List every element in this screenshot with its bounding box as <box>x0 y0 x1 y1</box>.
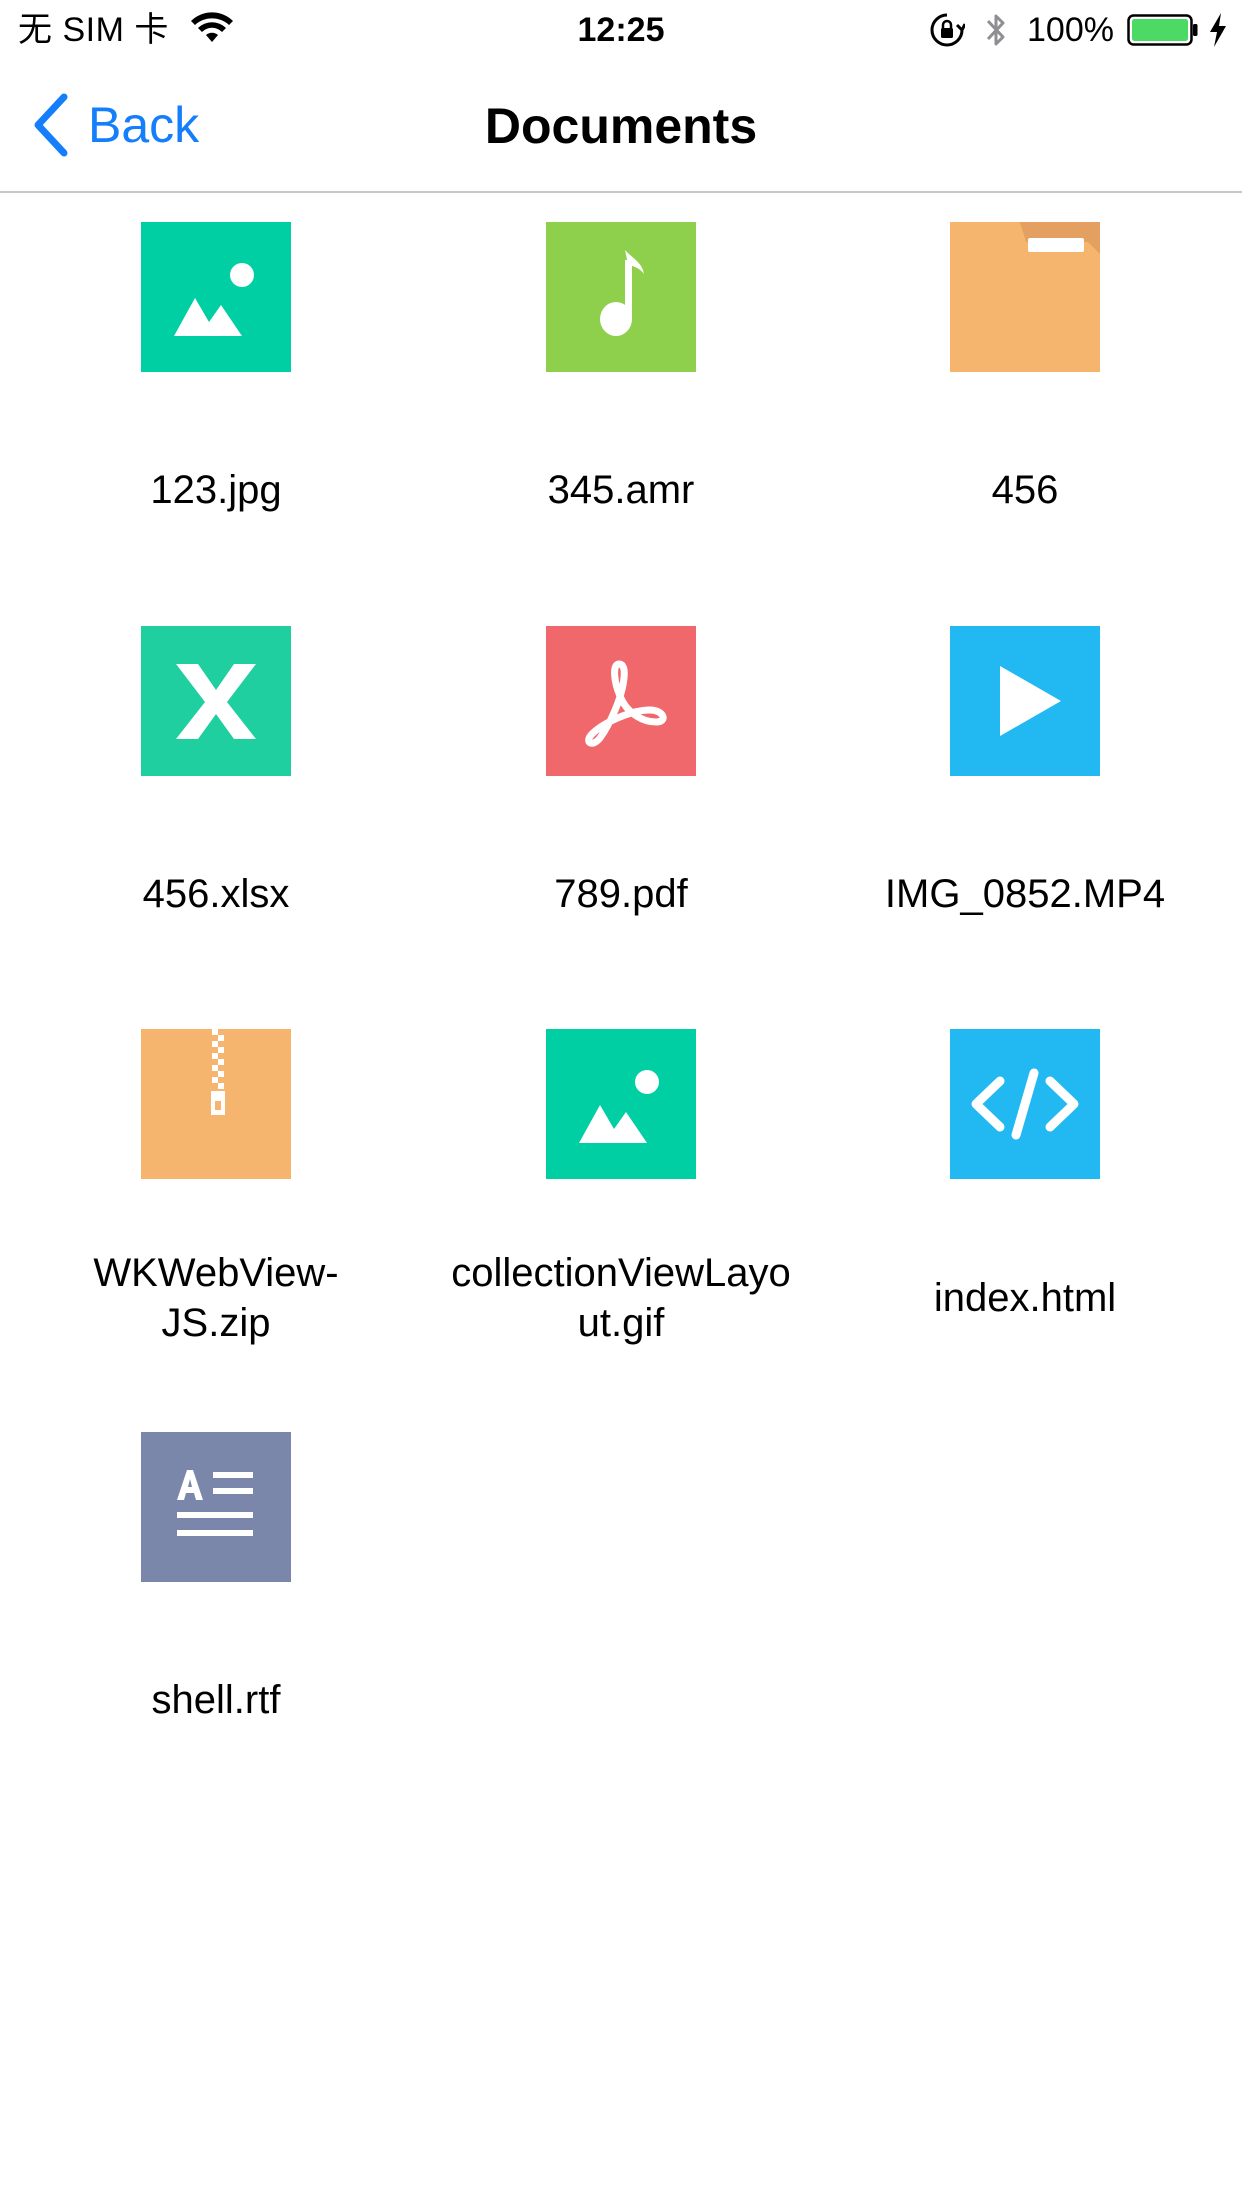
text-document-icon <box>141 1432 291 1582</box>
file-name: shell.rtf <box>151 1678 281 1722</box>
video-play-icon <box>950 626 1100 776</box>
file-name-line: WKWebView- <box>93 1251 339 1295</box>
code-icon <box>950 1029 1100 1179</box>
file-name: 789.pdf <box>554 872 688 916</box>
status-bar: 无 SIM 卡 12:25 100% <box>0 0 1242 60</box>
file-item[interactable]: IMG_0852.MP4 <box>823 597 1227 1001</box>
battery-percent: 100% <box>1027 11 1114 49</box>
file-item[interactable]: 345.amr <box>419 193 823 597</box>
file-item[interactable]: 456 <box>823 193 1227 597</box>
folder-icon <box>950 222 1100 372</box>
image-icon <box>546 1029 696 1179</box>
file-item[interactable]: collectionViewLayo ut.gif <box>419 1000 823 1404</box>
file-name-line: JS.zip <box>161 1301 271 1345</box>
file-item[interactable]: 789.pdf <box>419 597 823 1001</box>
file-name: collectionViewLayo ut.gif <box>431 1248 811 1348</box>
file-name-line: collectionViewLayo <box>451 1251 791 1295</box>
file-item[interactable]: index.html <box>823 1000 1227 1404</box>
file-item[interactable]: WKWebView- JS.zip <box>14 1000 418 1404</box>
file-name: 345.amr <box>547 468 695 512</box>
excel-icon <box>141 626 291 776</box>
navigation-bar: Back Documents <box>0 60 1242 193</box>
file-item[interactable]: shell.rtf <box>14 1403 418 1807</box>
file-name: IMG_0852.MP4 <box>884 872 1166 916</box>
file-name: index.html <box>933 1276 1117 1320</box>
file-name: 456 <box>991 468 1059 512</box>
zip-icon <box>141 1029 291 1179</box>
file-item[interactable]: 123.jpg <box>14 193 418 597</box>
orientation-lock-icon <box>930 13 965 47</box>
page-title: Documents <box>484 98 758 154</box>
pdf-icon <box>546 626 696 776</box>
music-icon <box>546 222 696 372</box>
charging-bolt-icon <box>1210 13 1226 47</box>
file-name: WKWebView- JS.zip <box>26 1248 406 1348</box>
file-name: 123.jpg <box>150 468 282 512</box>
file-item[interactable]: 456.xlsx <box>14 597 418 1001</box>
file-name-line: ut.gif <box>577 1301 665 1345</box>
file-name: 456.xlsx <box>142 872 290 916</box>
image-icon <box>141 222 291 372</box>
battery-icon <box>1127 14 1198 46</box>
bluetooth-icon <box>986 14 1005 46</box>
